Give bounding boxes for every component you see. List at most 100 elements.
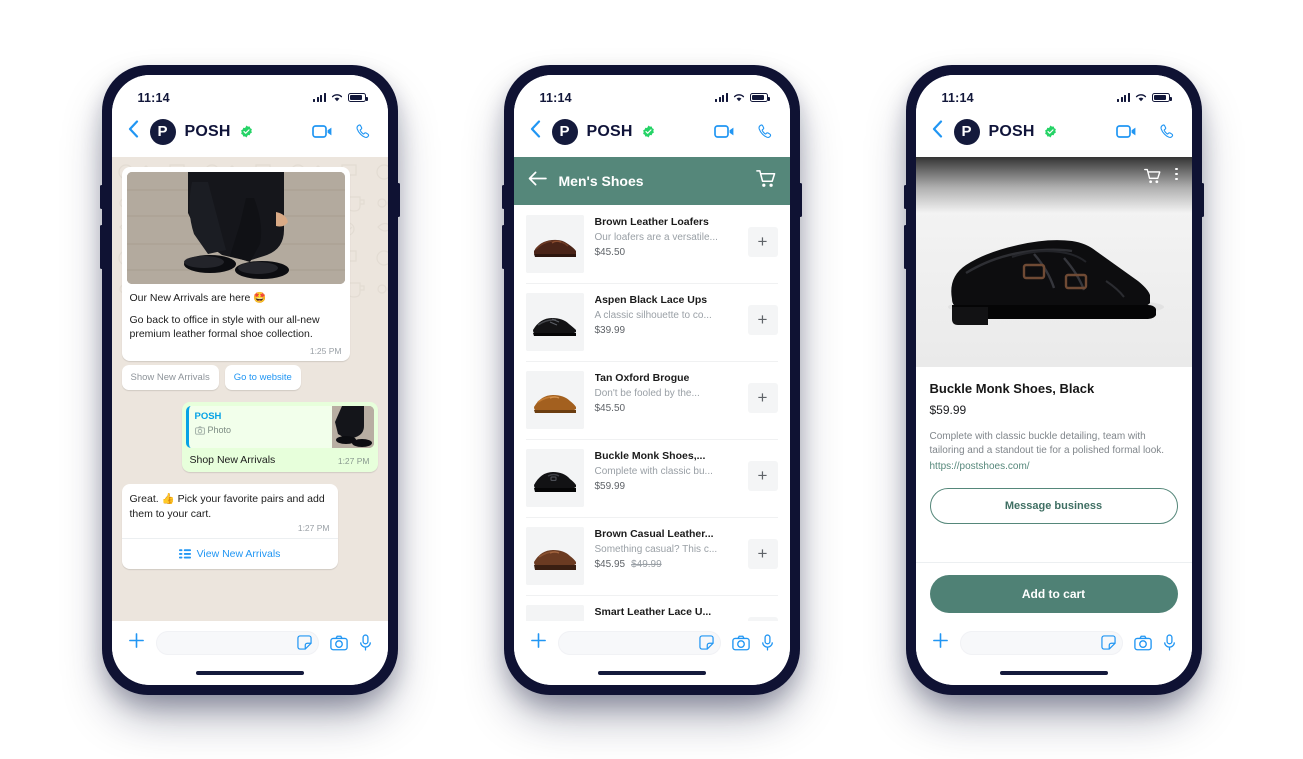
outgoing-message-row: POSH Photo Shop New Arrivals 1:27 PM [122, 402, 378, 473]
outgoing-timestamp: 1:27 PM [337, 456, 370, 467]
list-icon [178, 549, 191, 559]
quoted-message[interactable]: POSH Photo [185, 406, 374, 449]
camera-icon[interactable] [731, 635, 750, 651]
product-name: Tan Oxford Brogue [594, 371, 690, 384]
message-input[interactable] [155, 630, 319, 655]
add-product-button[interactable]: + [747, 460, 778, 491]
chat-header: P POSH [513, 114, 790, 157]
plus-icon[interactable] [128, 632, 145, 654]
product-link[interactable]: https://postshoes.com/ [930, 461, 1178, 472]
verified-badge-icon [240, 125, 253, 138]
back-chevron-icon[interactable] [528, 120, 543, 143]
product-name: Brown Casual Leather... [594, 527, 714, 540]
product-price: $39.99 [594, 324, 626, 336]
product-row[interactable]: Brown Casual Leather... Something casual… [514, 516, 790, 595]
phone-side-button [99, 184, 103, 209]
status-bar: 11:14 [513, 74, 790, 115]
message-image[interactable] [126, 171, 345, 284]
message-input[interactable] [557, 630, 721, 655]
signal-icon [313, 93, 326, 102]
message-text-line2: Go back to office in style with our all-… [129, 313, 320, 341]
quoted-author: POSH [194, 411, 222, 423]
camera-icon[interactable] [1133, 635, 1152, 651]
plus-icon[interactable] [530, 632, 547, 654]
show-new-arrivals-button[interactable]: Show New Arrivals [121, 365, 219, 391]
phone-call-icon[interactable] [1159, 123, 1176, 140]
add-product-button[interactable]: + [747, 382, 778, 413]
product-description: Something casual? This c... [594, 543, 718, 555]
add-product-button[interactable]: + [747, 538, 778, 569]
go-to-website-button[interactable]: Go to website [224, 365, 301, 391]
message-timestamp: 1:25 PM [309, 346, 342, 357]
add-product-button[interactable]: + [747, 304, 778, 335]
add-product-button[interactable]: + [747, 226, 778, 257]
phone-volume-button [903, 224, 907, 269]
product-list[interactable]: Brown Leather Loafers Our loafers are a … [513, 204, 790, 621]
message-business-button[interactable]: Message business [929, 487, 1178, 524]
avatar-letter: P [559, 123, 570, 140]
phone-call-icon[interactable] [757, 123, 774, 140]
back-chevron-icon[interactable] [930, 120, 945, 143]
product-detail-body: Buckle Monk Shoes, Black $59.99 Complete… [915, 366, 1192, 563]
status-icons [313, 93, 368, 102]
product-row[interactable]: Brown Leather Loafers Our loafers are a … [514, 205, 790, 283]
product-detail-footer: Add to cart [915, 562, 1192, 621]
battery-icon [749, 93, 770, 102]
video-call-icon[interactable] [1115, 124, 1137, 139]
avatar[interactable]: P [953, 118, 980, 145]
sticker-icon [296, 635, 312, 650]
photo-icon [194, 426, 205, 435]
battery-icon [1151, 93, 1172, 102]
product-row[interactable]: Buckle Monk Shoes,... Complete with clas… [514, 438, 790, 517]
product-row[interactable]: Aspen Black Lace Ups A classic silhouett… [514, 282, 790, 361]
phone-volume-button [99, 224, 103, 269]
signal-icon [1117, 93, 1130, 102]
product-thumbnail [525, 370, 584, 429]
product-description: Complete with classic buckle detailing, … [929, 430, 1165, 457]
message-input[interactable] [959, 630, 1123, 655]
status-time: 11:14 [941, 90, 974, 105]
plus-icon[interactable] [932, 632, 949, 654]
product-hero-image[interactable] [915, 156, 1192, 367]
back-chevron-icon[interactable] [126, 120, 141, 143]
product-price: $59.99 [929, 402, 967, 417]
product-row[interactable]: Smart Leather Lace U... The quintessenti… [514, 594, 790, 621]
status-bar: 11:14 [111, 74, 388, 115]
product-thumbnail [525, 448, 584, 507]
status-icons [715, 93, 770, 102]
shopping-cart-icon[interactable] [755, 169, 776, 193]
back-arrow-icon[interactable] [528, 171, 547, 191]
microphone-icon[interactable] [1163, 634, 1176, 651]
home-indicator [513, 660, 790, 685]
video-call-icon[interactable] [713, 124, 735, 139]
microphone-icon[interactable] [761, 634, 774, 651]
product-row[interactable]: Tan Oxford Brogue Don't be fooled by the… [514, 360, 790, 439]
message-text-line1: Our New Arrivals are here 🤩 [129, 291, 267, 304]
camera-icon[interactable] [329, 635, 348, 651]
overflow-menu-icon[interactable] [1174, 167, 1178, 181]
product-title: Buckle Monk Shoes, Black [929, 380, 1095, 396]
add-to-cart-button[interactable]: Add to cart [929, 574, 1178, 613]
home-indicator [111, 660, 388, 685]
sticker-icon [698, 635, 714, 650]
product-name: Aspen Black Lace Ups [594, 293, 708, 306]
message-incoming-final: Great. 👍 Pick your favorite pairs and ad… [121, 484, 338, 569]
battery-icon [347, 93, 368, 102]
contact-name: POSH [586, 122, 633, 140]
chat-body: Our New Arrivals are here 🤩 Go back to o… [111, 156, 388, 621]
video-call-icon[interactable] [311, 124, 333, 139]
phone-product-detail: 11:14 P POSH Buckle Monk Shoes, Black $5… [903, 64, 1204, 695]
phone-call-icon[interactable] [355, 123, 372, 140]
view-new-arrivals-button[interactable]: View New Arrivals [122, 539, 338, 569]
avatar[interactable]: P [551, 118, 578, 145]
avatar-letter: P [961, 123, 972, 140]
add-product-button[interactable]: + [747, 616, 778, 621]
avatar[interactable]: P [149, 118, 176, 145]
view-new-arrivals-label: View New Arrivals [196, 547, 281, 560]
microphone-icon[interactable] [359, 634, 372, 651]
wifi-icon [331, 93, 343, 102]
shopping-cart-icon[interactable] [1143, 168, 1161, 189]
chat-header: P POSH [915, 114, 1192, 157]
quoted-type: Photo [207, 425, 232, 436]
product-price: $45.50 [594, 402, 626, 414]
